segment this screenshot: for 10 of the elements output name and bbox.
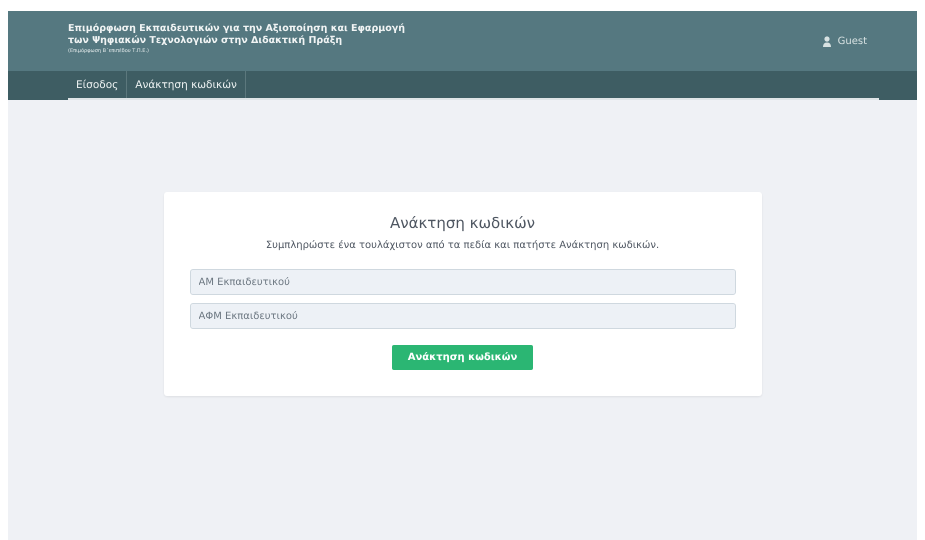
user-icon: [822, 36, 832, 47]
input-field[interactable]: ΑΦΜ Εκπαιδευτικού: [190, 303, 736, 329]
site-title: των Ψηφιακών Τεχνολογιών στην Διδακτική Πράξη: [68, 35, 344, 47]
instructions: Συμπληρώστε ένα τουλάχιστον από τα πεδία και πατήστε Ανάκτηση κωδικών.: [266, 240, 660, 251]
site-title: Επιμόρφωση Εκπαιδευτικών για την Αξιοποίηση και Εφαρμογή: [68, 23, 406, 35]
input-field[interactable]: ΑΜ Εκπαιδευτικού: [190, 269, 736, 295]
user-name[interactable]: Guest: [838, 36, 867, 47]
nav-link[interactable]: Ανάκτηση κωδικών: [127, 71, 246, 98]
nav-link[interactable]: Είσοδος: [68, 71, 128, 98]
card-title: Ανάκτηση κωδικών: [390, 214, 536, 232]
